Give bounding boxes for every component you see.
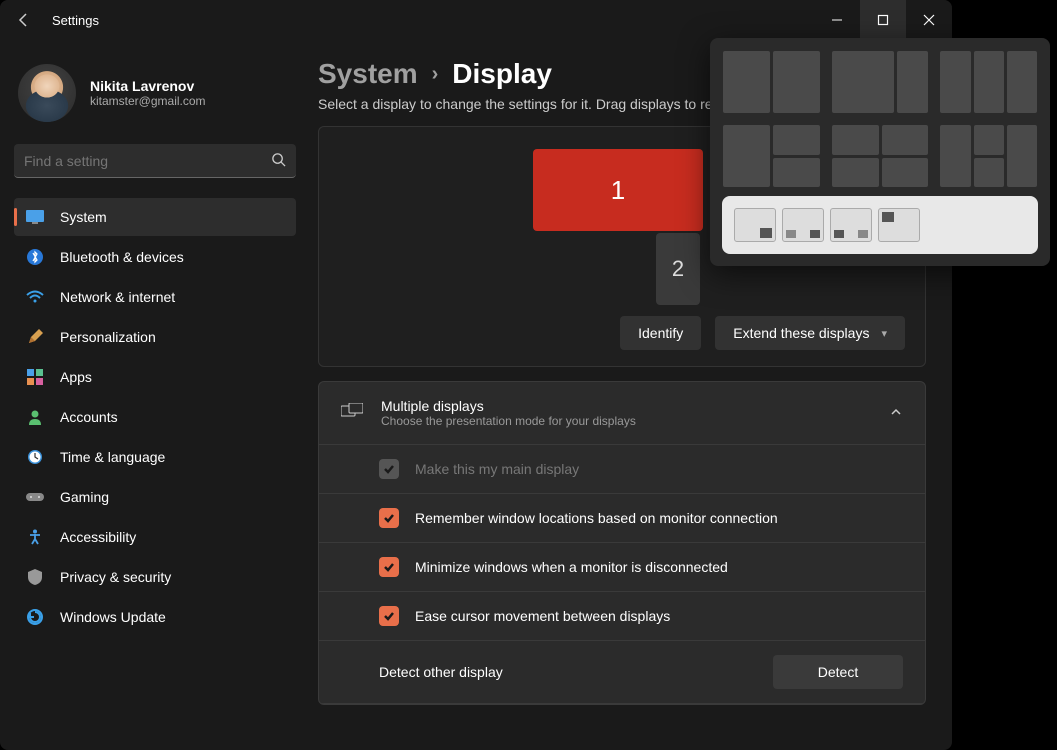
panel-subtitle: Choose the presentation mode for your di… <box>381 414 871 428</box>
shield-icon <box>26 568 44 586</box>
search-icon <box>271 152 286 170</box>
snap-quarter-3[interactable] <box>830 208 872 242</box>
row-label: Detect other display <box>379 664 503 680</box>
snap-option-1[interactable] <box>722 50 821 114</box>
display-mode-dropdown[interactable]: Extend these displays ▾ <box>715 316 905 350</box>
avatar <box>18 64 76 122</box>
row-minimize-windows[interactable]: Minimize windows when a monitor is disco… <box>319 543 925 592</box>
snap-layouts-flyout[interactable] <box>710 38 1050 266</box>
sidebar: Nikita Lavrenov kitamster@gmail.com Syst… <box>0 40 310 750</box>
person-icon <box>26 408 44 426</box>
nav-bluetooth[interactable]: Bluetooth & devices <box>14 238 296 276</box>
profile-name: Nikita Lavrenov <box>90 78 206 94</box>
snap-option-5[interactable] <box>831 124 930 188</box>
panel-title: Multiple displays <box>381 398 871 414</box>
profile-email: kitamster@gmail.com <box>90 94 206 108</box>
nav-label: Accounts <box>60 409 118 425</box>
chevron-up-icon <box>889 405 903 422</box>
nav-update[interactable]: Windows Update <box>14 598 296 636</box>
row-main-display: Make this my main display <box>319 445 925 494</box>
monitor-2[interactable]: 2 <box>656 233 700 305</box>
breadcrumb-current: Display <box>452 58 552 90</box>
snap-quarter-4[interactable] <box>878 208 920 242</box>
close-button[interactable] <box>906 0 952 40</box>
nav-label: Windows Update <box>60 609 166 625</box>
nav-label: Network & internet <box>60 289 175 305</box>
maximize-button[interactable] <box>860 0 906 40</box>
nav-privacy[interactable]: Privacy & security <box>14 558 296 596</box>
nav-label: System <box>60 209 107 225</box>
back-button[interactable] <box>14 10 34 30</box>
row-label: Make this my main display <box>415 461 579 477</box>
accessibility-icon <box>26 528 44 546</box>
snap-quarter-row <box>722 196 1038 254</box>
multiple-displays-panel: Multiple displays Choose the presentatio… <box>318 381 926 705</box>
wifi-icon <box>26 288 44 306</box>
nav-gaming[interactable]: Gaming <box>14 478 296 516</box>
breadcrumb-parent[interactable]: System <box>318 58 418 90</box>
checkbox[interactable] <box>379 557 399 577</box>
snap-option-6[interactable] <box>939 124 1038 188</box>
nav-list: System Bluetooth & devices Network & int… <box>14 198 300 636</box>
checkbox[interactable] <box>379 606 399 626</box>
nav-label: Gaming <box>60 489 109 505</box>
paint-icon <box>26 328 44 346</box>
nav-system[interactable]: System <box>14 198 296 236</box>
row-label: Minimize windows when a monitor is disco… <box>415 559 728 575</box>
monitor-icon <box>26 208 44 226</box>
nav-label: Time & language <box>60 449 165 465</box>
snap-option-3[interactable] <box>939 50 1038 114</box>
chevron-right-icon: › <box>432 63 439 86</box>
monitor-1[interactable]: 1 <box>533 149 703 231</box>
row-remember-locations[interactable]: Remember window locations based on monit… <box>319 494 925 543</box>
row-ease-cursor[interactable]: Ease cursor movement between displays <box>319 592 925 641</box>
profile-block[interactable]: Nikita Lavrenov kitamster@gmail.com <box>14 50 300 144</box>
search-box[interactable] <box>14 144 296 178</box>
identify-button[interactable]: Identify <box>620 316 701 350</box>
window-title: Settings <box>52 13 99 28</box>
row-detect: Detect other display Detect <box>319 641 925 704</box>
bluetooth-icon <box>26 248 44 266</box>
gamepad-icon <box>26 488 44 506</box>
row-label: Ease cursor movement between displays <box>415 608 670 624</box>
detect-button[interactable]: Detect <box>773 655 903 689</box>
snap-quarter-2[interactable] <box>782 208 824 242</box>
clock-icon <box>26 448 44 466</box>
nav-apps[interactable]: Apps <box>14 358 296 396</box>
snap-option-4[interactable] <box>722 124 821 188</box>
nav-label: Apps <box>60 369 92 385</box>
nav-network[interactable]: Network & internet <box>14 278 296 316</box>
minimize-button[interactable] <box>814 0 860 40</box>
window-controls <box>814 0 952 40</box>
snap-quarter-1[interactable] <box>734 208 776 242</box>
checkbox <box>379 459 399 479</box>
nav-accounts[interactable]: Accounts <box>14 398 296 436</box>
apps-icon <box>26 368 44 386</box>
chevron-down-icon: ▾ <box>881 327 887 340</box>
nav-time[interactable]: Time & language <box>14 438 296 476</box>
update-icon <box>26 608 44 626</box>
panel-header[interactable]: Multiple displays Choose the presentatio… <box>319 382 925 445</box>
search-input[interactable] <box>24 153 271 169</box>
nav-label: Privacy & security <box>60 569 171 585</box>
displays-icon <box>341 403 363 424</box>
row-label: Remember window locations based on monit… <box>415 510 778 526</box>
nav-personalization[interactable]: Personalization <box>14 318 296 356</box>
titlebar: Settings <box>0 0 952 40</box>
nav-label: Personalization <box>60 329 156 345</box>
nav-accessibility[interactable]: Accessibility <box>14 518 296 556</box>
snap-option-2[interactable] <box>831 50 930 114</box>
nav-label: Bluetooth & devices <box>60 249 184 265</box>
nav-label: Accessibility <box>60 529 136 545</box>
checkbox[interactable] <box>379 508 399 528</box>
